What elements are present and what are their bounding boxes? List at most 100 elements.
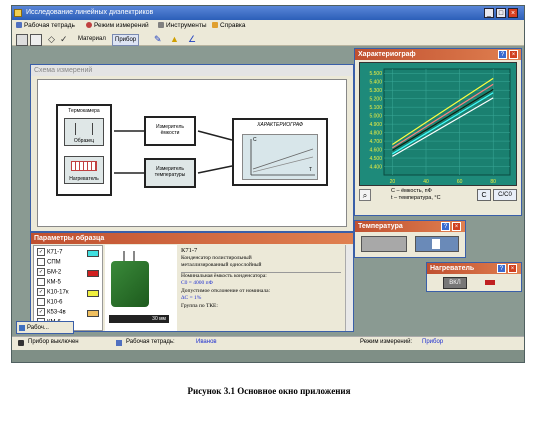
material-button[interactable]: Материал xyxy=(78,34,106,44)
x-tick-label: 60 xyxy=(457,179,463,185)
menu-tools[interactable]: Инструменты xyxy=(158,20,207,32)
tolerance-value: ΔC = 1% xyxy=(181,295,202,301)
print-icon[interactable] xyxy=(30,34,42,46)
chart-area: 5.500 5.400 5.300 5.200 5.100 5.000 4.900 4.800… xyxy=(359,62,517,186)
y-tick-label: 4.500 xyxy=(369,156,382,162)
mode-cc0-button[interactable]: C/C0 xyxy=(493,189,517,201)
sample-checkbox[interactable] xyxy=(37,258,45,266)
series-color-swatch xyxy=(87,250,99,257)
series-color-swatch xyxy=(87,310,99,317)
pen-icon[interactable]: ✎ xyxy=(154,34,164,44)
zoom-icon[interactable]: ⌕ xyxy=(359,189,371,201)
sample-checkbox[interactable] xyxy=(37,278,45,286)
heater-close-button[interactable]: × xyxy=(508,264,517,273)
save-icon[interactable] xyxy=(16,34,28,46)
y-tick-label: 5.100 xyxy=(369,105,382,111)
series-color-swatch xyxy=(87,290,99,297)
sample-list-item[interactable]: СПМ xyxy=(37,258,101,267)
sample-list-item[interactable]: КМ-5 xyxy=(37,278,101,287)
close-button[interactable]: × xyxy=(508,8,518,18)
temp-help-button[interactable]: ? xyxy=(441,222,450,231)
temperature-window: Температура ? × xyxy=(354,220,466,258)
sample-checkbox[interactable] xyxy=(37,298,45,306)
minimized-window[interactable]: Рабоч... xyxy=(16,321,74,334)
sample-list-item[interactable]: ✓ БМ-2 xyxy=(37,268,101,277)
chart-svg: 5.500 5.400 5.300 5.200 5.100 5.000 4.900 4.800… xyxy=(369,68,511,185)
figure-caption: Рисунок 3.1 Основное окно приложения xyxy=(187,386,351,396)
shape-icon[interactable]: ◇ xyxy=(48,34,58,44)
desc-line-2: металлизированный однослойный xyxy=(181,262,262,268)
sample-checkbox[interactable]: ✓ xyxy=(37,308,45,316)
heater-switch[interactable]: ВКЛ xyxy=(443,277,467,289)
photo-scale: 30 мм xyxy=(109,315,169,323)
menu-help[interactable]: Справка xyxy=(212,20,246,32)
charograph-title: Характериограф xyxy=(355,49,521,60)
gauge-marker xyxy=(432,239,440,249)
series-color-swatch xyxy=(87,270,99,277)
charograph-window: Характериограф ? × 5.500 5.400 5.300 5.200 5… xyxy=(354,48,522,216)
chart-legend: C – ёмкость, пФ t – температура, °С xyxy=(391,188,441,202)
sample-item-label: К71-7 xyxy=(47,249,63,256)
sample-item-label: КМ-5 xyxy=(47,279,61,286)
sample-item-label: К10-6 xyxy=(47,299,63,306)
device-button[interactable]: Прибор xyxy=(112,34,140,46)
sample-list: ✓К71-7СПМ✓БМ-2КМ-5✓К10-17кК10-6✓К53-4вКМ… xyxy=(33,245,103,331)
y-tick-label: 5.000 xyxy=(369,114,382,120)
heater-indicator xyxy=(485,280,495,285)
status-device: Прибор выключен xyxy=(28,339,79,345)
menu-notebook[interactable]: Рабочая тетрадь xyxy=(16,20,75,32)
close-panel-button[interactable]: × xyxy=(509,50,518,59)
heater-window: Нагреватель ? × ВКЛ xyxy=(426,262,522,292)
sample-list-item[interactable]: ✓ К71-7 xyxy=(37,248,101,257)
legend-c: C – ёмкость, пФ xyxy=(391,188,432,194)
y-tick-label: 4.600 xyxy=(369,148,382,154)
sample-list-item[interactable]: ✓ К53-4в xyxy=(37,308,101,317)
nominal-label: Номинальная ёмкость конденсатора: xyxy=(181,271,341,281)
status-mode-value[interactable]: Прибор xyxy=(422,339,443,345)
params-title: Параметры образца xyxy=(31,233,353,244)
nominal-value: C0 = 4000 пФ xyxy=(181,280,213,286)
heater-title: Нагреватель xyxy=(427,263,521,274)
warning-icon[interactable]: ▲ xyxy=(170,34,180,44)
params-window: Параметры образца ✓ К71-7 СПМ ✓ БМ-2 КМ-5 ✓ К10… xyxy=(30,232,354,332)
workspace: Схема измерений Термокамера Образец Нагр… xyxy=(12,46,524,336)
minimized-label: Рабоч... xyxy=(27,325,49,331)
check-icon[interactable]: ✓ xyxy=(60,34,70,44)
menu-measure-mode[interactable]: Режим измерений xyxy=(86,20,149,32)
status-device-icon xyxy=(18,340,24,346)
sample-checkbox[interactable]: ✓ xyxy=(37,248,45,256)
x-tick-label: 40 xyxy=(423,179,429,185)
help-button[interactable]: ? xyxy=(498,50,507,59)
scheme-title: Схема измерений xyxy=(31,65,353,76)
status-notebook-value[interactable]: Иванов xyxy=(196,339,217,345)
heater-help-button[interactable]: ? xyxy=(497,264,506,273)
legend-t: t – температура, °С xyxy=(391,195,441,201)
tools-icon xyxy=(158,22,164,29)
menu-bar: Рабочая тетрадь Режим измерений Инструме… xyxy=(12,20,524,32)
y-tick-label: 5.300 xyxy=(369,88,382,94)
temperature-display xyxy=(361,236,407,252)
minimized-window-icon xyxy=(19,325,25,331)
minimize-button[interactable]: _ xyxy=(484,8,494,18)
sample-checkbox[interactable]: ✓ xyxy=(37,288,45,296)
measure-mode-icon xyxy=(86,22,92,29)
sample-checkbox[interactable]: ✓ xyxy=(37,268,45,276)
x-tick-label: 20 xyxy=(390,179,396,185)
y-tick-label: 4.400 xyxy=(369,165,382,171)
scheme-window: Схема измерений Термокамера Образец Нагр… xyxy=(30,64,354,232)
maximize-button[interactable]: □ xyxy=(496,8,506,18)
sample-list-item[interactable]: К10-6 xyxy=(37,298,101,307)
sample-photo: 30 мм xyxy=(105,245,177,331)
y-tick-label: 4.900 xyxy=(369,122,382,128)
sample-item-label: К10-17к xyxy=(47,289,69,296)
desc-scrollbar[interactable] xyxy=(345,245,353,331)
help-book-icon xyxy=(212,22,218,29)
title-bar: Исследование линейных диэлектриков _ □ × xyxy=(12,6,524,20)
x-tick-label: 80 xyxy=(490,179,496,185)
sample-list-item[interactable]: ✓ К10-17к xyxy=(37,288,101,297)
temp-close-button[interactable]: × xyxy=(452,222,461,231)
angle-icon[interactable]: ∠ xyxy=(188,34,198,44)
sample-item-label: К53-4в xyxy=(47,309,66,316)
sample-item-label: СПМ xyxy=(47,259,61,266)
mode-c-button[interactable]: C xyxy=(477,189,491,201)
